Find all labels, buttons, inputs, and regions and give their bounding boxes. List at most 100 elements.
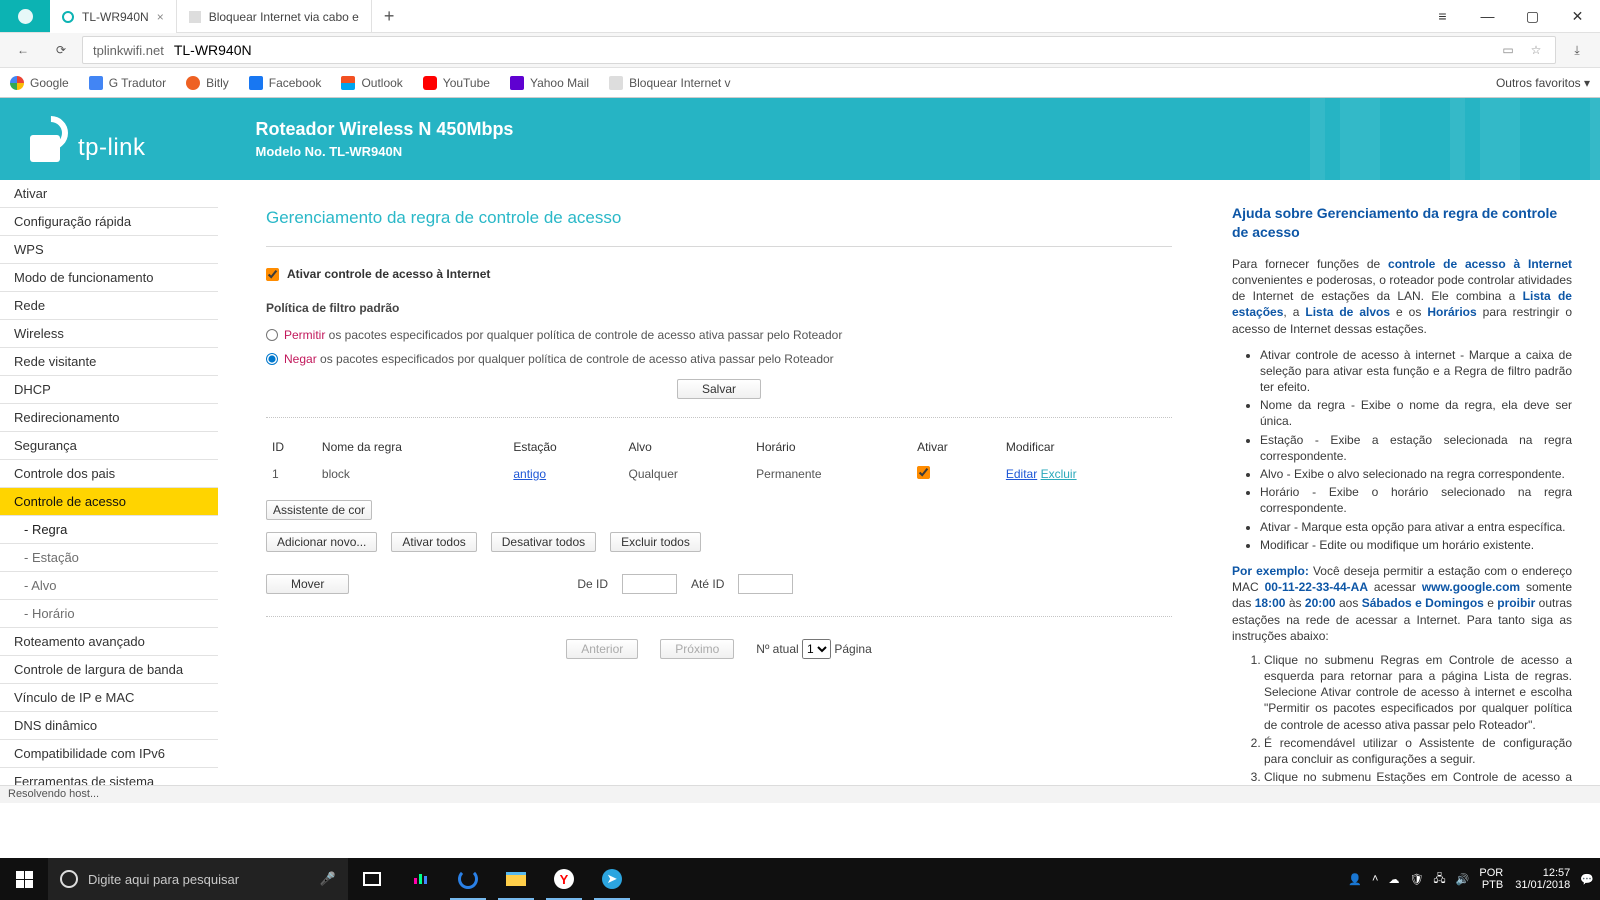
policy-deny-radio[interactable] xyxy=(266,353,278,365)
bookmark-facebook[interactable]: Facebook xyxy=(249,76,322,90)
row-enable-checkbox[interactable] xyxy=(917,466,930,479)
url-input[interactable]: tplinkwifi.net TL-WR940N ▭ ☆ xyxy=(82,36,1556,64)
tplink-mark-icon xyxy=(30,116,70,162)
sidebar-item-16[interactable]: Roteamento avançado xyxy=(0,628,218,656)
bookmark-bitly[interactable]: Bitly xyxy=(186,76,229,90)
clock[interactable]: 12:5731/01/2018 xyxy=(1515,867,1570,891)
sidebar-item-12[interactable]: - Regra xyxy=(0,516,218,544)
tab-strip-brand xyxy=(0,0,50,32)
onedrive-icon[interactable]: ☁ xyxy=(1388,873,1399,886)
bookmark-google[interactable]: Google xyxy=(10,76,69,90)
bookmarks-more[interactable]: Outros favoritos ▾ xyxy=(1496,76,1590,90)
input-language[interactable]: PORPTB xyxy=(1479,867,1503,891)
move-from-input[interactable] xyxy=(622,574,677,594)
download-icon[interactable]: ⤓ xyxy=(1560,35,1594,65)
policy-heading: Política de filtro padrão xyxy=(266,301,1172,315)
app-edge-icon[interactable] xyxy=(444,858,492,900)
bookmark-youtube[interactable]: YouTube xyxy=(423,76,490,90)
browser-tab-1[interactable]: Bloquear Internet via cabo e xyxy=(177,0,372,33)
disable-all-button[interactable]: Desativar todos xyxy=(491,532,596,552)
app-telegram-icon[interactable]: ➤ xyxy=(588,858,636,900)
new-tab-button[interactable]: + xyxy=(372,0,407,32)
reader-icon[interactable]: ▭ xyxy=(1499,41,1517,59)
router-title-block: Roteador Wireless N 450Mbps Modelo No. T… xyxy=(256,119,514,159)
enable-checkbox[interactable] xyxy=(266,268,279,281)
bookmark-gtradutor[interactable]: G Tradutor xyxy=(89,76,166,90)
reload-icon[interactable]: ⟳ xyxy=(44,35,78,65)
browser-tab-0[interactable]: TL-WR940N × xyxy=(50,0,177,33)
pager-select[interactable]: 1 xyxy=(802,639,831,659)
app-deezer-icon[interactable] xyxy=(396,858,444,900)
help-bullet: Horário - Exibe o horário selecionado na… xyxy=(1260,484,1572,516)
move-to-input[interactable] xyxy=(738,574,793,594)
help-link-access[interactable]: controle de acesso à Internet xyxy=(1388,257,1572,271)
sidebar-item-14[interactable]: - Alvo xyxy=(0,572,218,600)
row-delete-link[interactable]: Excluir xyxy=(1041,467,1077,481)
policy-allow[interactable]: Permitir os pacotes especificados por qu… xyxy=(266,323,1172,347)
sidebar-item-18[interactable]: Vínculo de IP e MAC xyxy=(0,684,218,712)
yahoo-icon xyxy=(510,76,524,90)
mic-icon[interactable]: 🎤 xyxy=(320,871,336,887)
network-icon[interactable]: 🖧 xyxy=(1433,870,1445,889)
sidebar-item-7[interactable]: DHCP xyxy=(0,376,218,404)
help-link-schedule[interactable]: Horários xyxy=(1427,305,1476,319)
defender-icon[interactable]: 🛡 xyxy=(1409,873,1423,886)
menu-icon[interactable]: ≡ xyxy=(1420,0,1465,33)
minimize-icon[interactable]: — xyxy=(1465,0,1510,33)
bookmark-bloquear[interactable]: Bloquear Internet v xyxy=(609,76,730,90)
help-link-targets[interactable]: Lista de alvos xyxy=(1305,305,1390,319)
sidebar-item-21[interactable]: Ferramentas de sistema xyxy=(0,768,218,785)
app-explorer-icon[interactable] xyxy=(492,858,540,900)
close-icon[interactable]: × xyxy=(157,10,164,24)
volume-icon[interactable]: 🔊 xyxy=(1456,873,1470,886)
start-button[interactable] xyxy=(0,858,48,900)
sidebar-item-2[interactable]: WPS xyxy=(0,236,218,264)
bookmark-outlook[interactable]: Outlook xyxy=(341,76,402,90)
delete-all-button[interactable]: Excluir todos xyxy=(610,532,701,552)
article-icon xyxy=(609,76,623,90)
sidebar-item-5[interactable]: Wireless xyxy=(0,320,218,348)
sidebar-item-1[interactable]: Configuração rápida xyxy=(0,208,218,236)
sidebar-item-10[interactable]: Controle dos pais xyxy=(0,460,218,488)
move-button[interactable]: Mover xyxy=(266,574,349,594)
favorite-icon[interactable]: ☆ xyxy=(1527,41,1545,59)
station-link[interactable]: antigo xyxy=(513,467,546,481)
close-window-icon[interactable]: ✕ xyxy=(1555,0,1600,33)
sidebar-item-15[interactable]: - Horário xyxy=(0,600,218,628)
policy-deny-rest: os pacotes especificados por qualquer po… xyxy=(317,352,834,366)
maximize-icon[interactable]: ▢ xyxy=(1510,0,1555,33)
sidebar-item-11[interactable]: Controle de acesso xyxy=(0,488,218,516)
task-view-icon[interactable] xyxy=(348,858,396,900)
tplink-favicon-icon xyxy=(18,9,33,24)
sidebar-item-6[interactable]: Rede visitante xyxy=(0,348,218,376)
policy-allow-radio[interactable] xyxy=(266,329,278,341)
sidebar-item-8[interactable]: Redirecionamento xyxy=(0,404,218,432)
sidebar-item-0[interactable]: Ativar xyxy=(0,180,218,208)
wizard-button[interactable]: Assistente de cor xyxy=(266,500,372,520)
pager-next-button[interactable]: Próximo xyxy=(660,639,734,659)
bookmark-yahoo[interactable]: Yahoo Mail xyxy=(510,76,589,90)
action-center-icon[interactable]: 💬 xyxy=(1580,873,1594,886)
taskbar-search[interactable]: Digite aqui para pesquisar 🎤 xyxy=(48,858,348,900)
sidebar-item-3[interactable]: Modo de funcionamento xyxy=(0,264,218,292)
enable-internet-access-control[interactable]: Ativar controle de acesso à Internet xyxy=(266,267,1172,281)
people-icon[interactable]: 👤 xyxy=(1348,873,1362,886)
sidebar-item-9[interactable]: Segurança xyxy=(0,432,218,460)
sidebar-item-4[interactable]: Rede xyxy=(0,292,218,320)
policy-deny[interactable]: Negar os pacotes especificados por qualq… xyxy=(266,347,1172,371)
sidebar-item-20[interactable]: Compatibilidade com IPv6 xyxy=(0,740,218,768)
add-new-button[interactable]: Adicionar novo... xyxy=(266,532,377,552)
row-edit-link[interactable]: Editar xyxy=(1006,467,1037,481)
taskbar-apps: Y ➤ xyxy=(348,858,636,900)
windows-icon xyxy=(16,871,33,888)
save-button[interactable]: Salvar xyxy=(677,379,761,399)
pager: Anterior Próximo Nº atual 1 Página xyxy=(266,639,1172,659)
app-yandex-icon[interactable]: Y xyxy=(540,858,588,900)
sidebar-item-13[interactable]: - Estação xyxy=(0,544,218,572)
enable-all-button[interactable]: Ativar todos xyxy=(391,532,476,552)
sidebar-item-19[interactable]: DNS dinâmico xyxy=(0,712,218,740)
pager-prev-button[interactable]: Anterior xyxy=(566,639,638,659)
back-icon[interactable]: ← xyxy=(6,35,40,65)
tray-chevron-icon[interactable]: ˄ xyxy=(1372,873,1378,885)
sidebar-item-17[interactable]: Controle de largura de banda xyxy=(0,656,218,684)
